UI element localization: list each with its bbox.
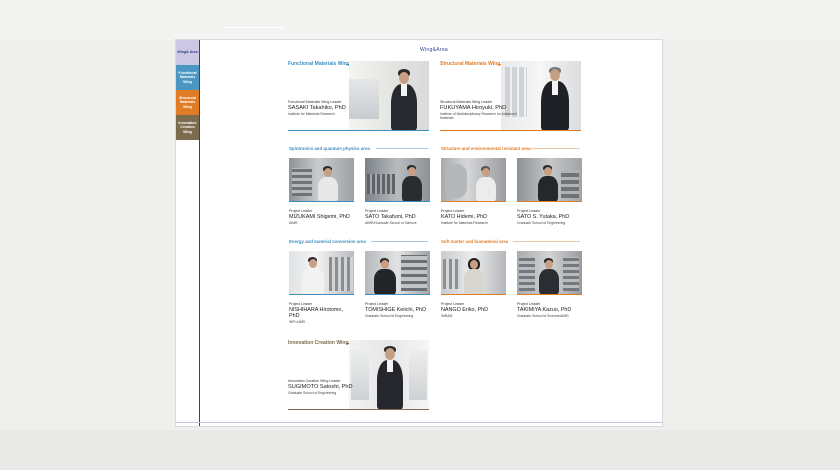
leader-institute: Institute for Materials Research bbox=[288, 112, 335, 116]
member-card[interactable]: Project Leader TAKIMIYA Kazuo, PhD Gradu… bbox=[517, 251, 582, 318]
member-card[interactable]: Project Leader NANGO Eriko, PhD IMRAM bbox=[441, 251, 506, 318]
member-name: SATO S. Yutaka, PhD bbox=[517, 214, 570, 220]
structural-wing-leader-info: Structural Materials Wing Leader FUKUYAM… bbox=[440, 100, 530, 120]
nav-tab-functional-wing[interactable]: Functional Materials Wing bbox=[176, 65, 199, 90]
structural-wing-bottom-rule bbox=[440, 130, 581, 131]
member-photo bbox=[365, 251, 430, 295]
member-name: MIZUKAMI Shigemi, PhD bbox=[289, 214, 350, 220]
structural-wing-leader-photo bbox=[501, 61, 581, 131]
leader-institute: Institute of Multidisciplinary Research … bbox=[440, 112, 517, 121]
innovation-wing-leader-info: Innovation Creation Wing Leader SUGIMOTO… bbox=[288, 379, 378, 395]
functional-wing-hero[interactable]: Functional Materials Wing Functional Mat… bbox=[288, 61, 429, 131]
member-photo bbox=[365, 158, 430, 202]
nav-tab-label: Structural Materials Wing bbox=[179, 95, 196, 109]
structural-wing-hero[interactable]: Structural Materials Wing Structural Mat… bbox=[440, 61, 581, 131]
member-photo bbox=[441, 158, 506, 202]
member-card[interactable]: Project Leader SATO Takafumi, PhD AIMR/G… bbox=[365, 158, 430, 225]
nav-tab-wing-area[interactable]: Wing& Area bbox=[176, 40, 199, 65]
nav-tab-label: Wing& Area bbox=[177, 50, 198, 55]
member-photo bbox=[441, 251, 506, 295]
member-photo bbox=[289, 251, 354, 295]
member-name: TOMISHIGE Keiichi, PhD bbox=[365, 307, 427, 313]
footer-rule bbox=[176, 422, 662, 423]
leader-name: SUGIMOTO Satoshi, PhD bbox=[288, 384, 353, 390]
area-rule bbox=[371, 241, 428, 242]
leader-institute: Graduate School of Engineering bbox=[288, 391, 337, 395]
area-title-spintronics: Spintronics and quantum physics area bbox=[289, 146, 370, 151]
browser-backdrop-top bbox=[0, 0, 840, 40]
member-card[interactable]: Project Leader MIZUKAMI Shigemi, PhD AIM… bbox=[289, 158, 354, 225]
member-institute: Graduate School of Science/AIMR bbox=[517, 313, 569, 318]
member-card[interactable]: Project Leader SATO S. Yutaka, PhD Gradu… bbox=[517, 158, 582, 225]
page-container: Wing& Area Functional Materials Wing Str… bbox=[175, 39, 663, 427]
leader-name: SASAKI Takahiko, PhD bbox=[288, 105, 346, 111]
browser-backdrop-bottom bbox=[0, 430, 840, 470]
innovation-wing-bottom-rule bbox=[288, 409, 429, 410]
area-title-structure: Structure and environmental resistant ar… bbox=[441, 146, 531, 151]
leader-name: FUKUYAMA Hiroyuki, PhD bbox=[440, 105, 507, 111]
innovation-wing-leader-photo bbox=[349, 340, 429, 410]
member-photo bbox=[517, 158, 582, 202]
member-institute: AIMR bbox=[289, 220, 298, 225]
innovation-wing-title: Innovation Creation Wing bbox=[288, 340, 349, 346]
area-title-energy: Energy and material conversion area bbox=[289, 239, 366, 244]
member-name: NANGO Eriko, PhD bbox=[441, 307, 489, 313]
nav-tab-label: Innovation Creation Wing bbox=[178, 120, 197, 134]
member-institute: AIMR/Graduate School of Science bbox=[365, 220, 417, 225]
side-navigation: Wing& Area Functional Materials Wing Str… bbox=[176, 40, 200, 426]
area-rule bbox=[513, 241, 580, 242]
functional-wing-leader-photo bbox=[349, 61, 429, 131]
member-institute: Graduate School of Engineering bbox=[365, 313, 414, 318]
functional-wing-bottom-rule bbox=[288, 130, 429, 131]
member-institute: Graduate School of Engineering bbox=[517, 220, 566, 225]
area-title-softmatter: Soft matter and biomaterial area bbox=[441, 239, 509, 244]
member-card[interactable]: Project Leader TOMISHIGE Keiichi, PhD Gr… bbox=[365, 251, 430, 318]
page-title: Wing&Area bbox=[420, 47, 448, 53]
functional-wing-title: Functional Materials Wing bbox=[288, 61, 350, 67]
area-rule bbox=[528, 148, 580, 149]
member-name: KATO Hidemi, PhD bbox=[441, 214, 487, 220]
member-name: NISHIHARA Hirotomo, PhD bbox=[289, 307, 343, 320]
member-photo bbox=[517, 251, 582, 295]
member-photo bbox=[289, 158, 354, 202]
member-name: SATO Takafumi, PhD bbox=[365, 214, 416, 220]
member-name: TAKIMIYA Kazuo, PhD bbox=[517, 307, 572, 313]
functional-wing-leader-info: Functional Materials Wing Leader SASAKI … bbox=[288, 100, 378, 116]
innovation-wing-hero[interactable]: Innovation Creation Wing Innovation Crea… bbox=[288, 340, 429, 410]
structural-wing-title: Structural Materials Wing bbox=[440, 61, 501, 67]
nav-tab-innovation-wing[interactable]: Innovation Creation Wing bbox=[176, 115, 199, 140]
backdrop-highlight bbox=[225, 27, 285, 28]
area-rule bbox=[376, 148, 428, 149]
nav-tab-structural-wing[interactable]: Structural Materials Wing bbox=[176, 90, 199, 115]
member-card[interactable]: Project Leader NISHIHARA Hirotomo, PhD W… bbox=[289, 251, 354, 325]
member-institute: IMRAM bbox=[441, 313, 453, 318]
nav-tab-label: Functional Materials Wing bbox=[178, 70, 197, 84]
member-institute: Institute for Materials Research bbox=[441, 220, 488, 225]
member-card[interactable]: Project Leader KATO Hidemi, PhD Institut… bbox=[441, 158, 506, 225]
member-institute: WPI-AIMR bbox=[289, 320, 306, 325]
